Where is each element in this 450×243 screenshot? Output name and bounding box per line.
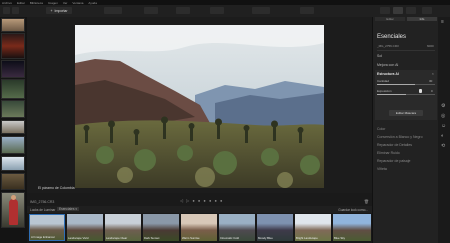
looks-label: Looks de Luminar [30,207,56,212]
look-label: Landscape Vivid [68,236,89,240]
looks-category-value: Esenciales [59,207,75,211]
photo-caption: El páramo de Colombia [38,186,75,190]
import-label: Importar [54,8,68,13]
menu-item[interactable]: Ayuda [88,1,96,5]
library-tab-button[interactable] [380,7,390,14]
landscape-image [75,25,324,188]
look-label: Landscape Clear [106,236,128,240]
library-thumbnail[interactable] [1,18,25,32]
ai-structure-section: Estructura AI × Cantidad 30 Exposición 0… [375,70,437,120]
look-thumbnail[interactable]: Landscape Clear [105,214,141,241]
look-thumbnail[interactable]: Moody Blue [257,214,293,241]
import-button[interactable]: + Importar [46,7,72,14]
menu-item[interactable]: Ver [63,1,68,5]
chevron-down-icon: ▾ [75,207,77,211]
library-strip [0,17,27,243]
look-thumbnail[interactable]: Warm Sunrise [181,214,217,241]
tab-info[interactable]: Info [407,17,437,21]
zoom-button[interactable] [104,7,122,14]
slider-label: Cantidad [377,79,390,83]
look-label: Dark Sunset [144,236,160,240]
section-details[interactable]: Reparador de Detalles [377,143,412,147]
menu-item[interactable]: Archivo [2,1,12,5]
tab-edit[interactable]: Editar [375,17,405,21]
menu-item[interactable]: Ventana [72,1,83,5]
close-icon[interactable]: × [432,71,434,76]
pro-icon[interactable]: ◐ [441,133,444,139]
view-mode-button[interactable] [12,7,19,14]
layers-icon[interactable]: ≡ [441,19,444,25]
cursor-icon [419,89,422,93]
slider-value: 0 [431,89,433,93]
menu-item[interactable]: Imagen [48,1,58,5]
plus-icon: + [50,8,53,13]
library-thumbnail[interactable] [1,156,25,171]
look-thumbnail[interactable]: Landscape Vivid [67,214,103,241]
look-label: AI Image Enhancer [31,235,55,239]
look-label: Blue Sky [334,236,346,240]
sliders-icon[interactable]: ⚙ [441,103,445,109]
slider-label: Exposición [377,89,392,93]
looks-category-dropdown[interactable]: Esenciales ▾ [57,207,79,211]
library-thumbnail[interactable] [1,100,25,118]
looks-filmstrip: AI Image Enhancer Landscape Vivid Landsc… [27,213,372,243]
history-icon[interactable]: ⟲ [441,143,445,149]
section-color[interactable]: Color [377,127,385,131]
look-label: Warm Sunrise [182,236,200,240]
looks-header: Looks de Luminar Esenciales ▾ Guardar lo… [27,206,372,213]
library-thumbnail[interactable] [1,120,25,134]
edit-mask-button[interactable]: Editar Máscara [389,110,423,116]
panel-title: Esenciales [377,34,407,40]
portrait-icon[interactable]: ☺ [441,123,446,129]
menu-item[interactable]: Biblioteca [30,1,43,5]
compare-button[interactable] [176,7,190,14]
creative-icon[interactable]: ◎ [441,113,445,119]
sidebar-toggle-button[interactable] [3,7,10,14]
sol-label[interactable]: Sol [377,54,382,58]
more-button[interactable] [422,7,432,14]
share-button[interactable] [300,7,314,14]
section-bw[interactable]: Conversión a Blanco y Negro [377,135,423,139]
library-thumbnail[interactable] [1,79,25,99]
info-tab-button[interactable] [406,7,416,14]
ai-enhance-label[interactable]: Mejora con AI [377,63,398,67]
section-landscape[interactable]: Reparador de paisaje [377,159,410,163]
trash-icon[interactable]: 🗑 [364,199,369,204]
section-title: Estructura AI [377,72,399,76]
slider-value: 30 [429,79,433,83]
exposure-slider-fill [377,94,406,95]
filename-label: IMG_2756.CR3 [30,200,55,204]
main-photo[interactable] [75,25,324,188]
info-bar: IMG_2756.CR3 🗑 [27,199,372,206]
adjustments-panel: Editar Info Esenciales _MG_2756.CR3 6000… [372,17,439,243]
export-button[interactable] [252,7,270,14]
tool-icon-column: ≡ ⚙ ◎ ☺ ◐ ⟲ [438,17,450,243]
edit-tab-button[interactable] [393,7,403,14]
look-label: Bright Landscape [296,236,318,240]
file-size: 6000 [427,44,434,48]
section-denoise[interactable]: Eliminar Ruido [377,151,400,155]
edit-history-button[interactable] [210,7,224,14]
look-thumbnail[interactable]: AI Image Enhancer [29,214,65,241]
library-thumbnail[interactable] [1,33,25,59]
look-thumbnail[interactable]: Cinematic Cold [219,214,255,241]
look-thumbnail[interactable]: Bright Landscape [295,214,331,241]
look-label: Moody Blue [258,236,273,240]
look-thumbnail[interactable]: Dark Sunset [143,214,179,241]
save-look-button[interactable]: Guardar look como... [338,208,368,212]
look-thumbnail[interactable]: Blue Sky [333,214,371,241]
library-thumbnail[interactable] [1,136,25,154]
divider [377,50,435,51]
library-thumbnail[interactable] [1,60,25,78]
library-thumbnail[interactable] [1,173,25,190]
panel-tabs: Editar Info [375,17,437,21]
look-label: Cinematic Cold [220,236,239,240]
section-vignette[interactable]: Viñeta [377,167,387,171]
menu-item[interactable]: Editar [17,1,25,5]
amount-slider-fill [377,84,415,85]
file-name: _MG_2756.CR3 [377,44,399,48]
library-thumbnail-portrait[interactable] [1,192,25,228]
undo-button[interactable] [144,7,158,14]
